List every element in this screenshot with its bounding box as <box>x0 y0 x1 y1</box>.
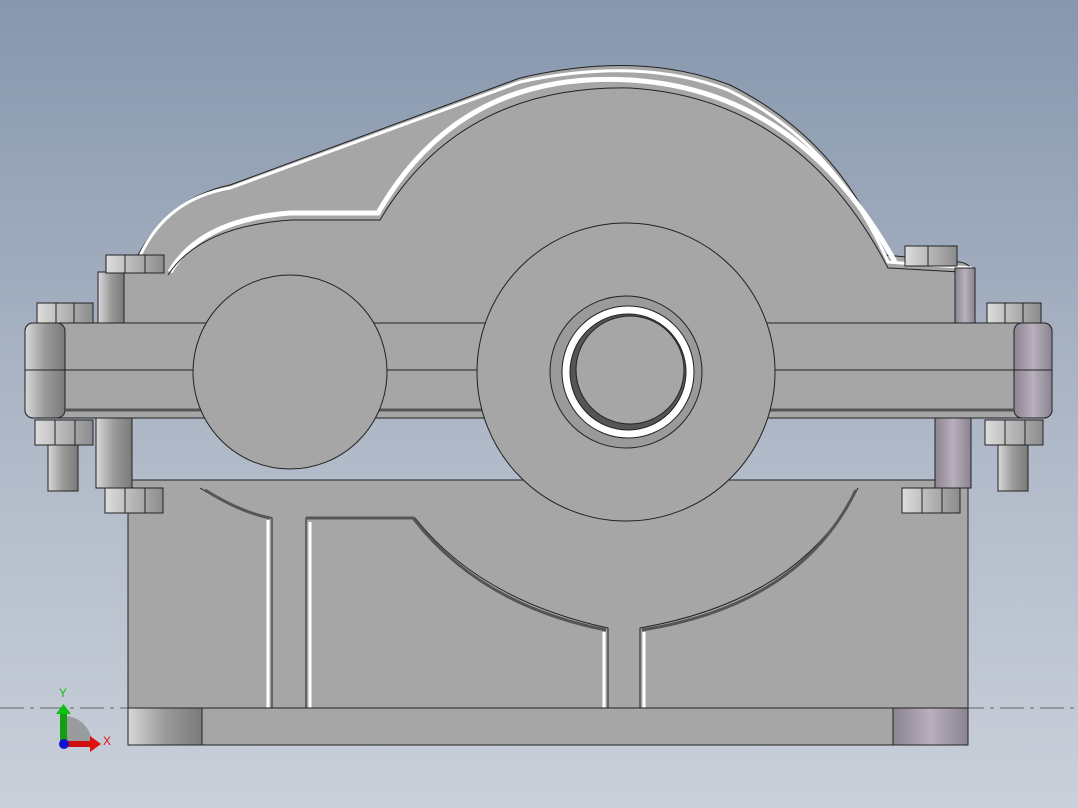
hex-bolt-icon <box>105 254 165 274</box>
lower-housing[interactable] <box>127 479 969 711</box>
hex-nut-icon <box>104 487 164 514</box>
hex-nut-icon <box>34 419 94 492</box>
hex-bolt-icon <box>904 245 958 267</box>
foot-left <box>127 707 203 746</box>
hex-bolt-icon <box>36 302 94 324</box>
output-shaft-bore[interactable] <box>549 295 703 449</box>
small-bearing-boss[interactable] <box>192 274 388 470</box>
hex-nut-icon <box>901 487 961 514</box>
z-axis-icon <box>59 739 69 749</box>
hex-bolt-icon <box>986 302 1042 324</box>
x-axis-label: X <box>103 734 111 748</box>
y-axis-label: Y <box>59 686 67 700</box>
cad-viewport[interactable]: Y X <box>0 0 1078 808</box>
coordinate-triad[interactable]: Y X <box>56 686 111 752</box>
foot-right <box>892 707 969 746</box>
base-plate[interactable] <box>127 707 969 746</box>
hex-nut-icon <box>984 419 1044 492</box>
